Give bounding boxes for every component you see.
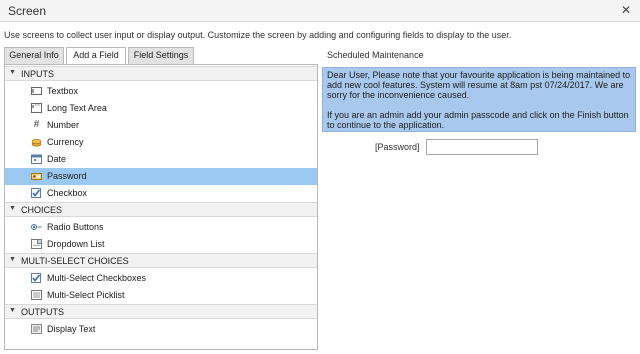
palette-item-display-text[interactable]: Display Text — [5, 321, 317, 338]
collapse-triangle-icon: ▼ — [9, 256, 16, 263]
multi-select-checkboxes-icon — [31, 273, 41, 283]
section-choices[interactable]: ▼ CHOICES — [5, 202, 317, 217]
palette-item-label: Radio Buttons — [47, 222, 104, 232]
tab-field-settings[interactable]: Field Settings — [128, 47, 194, 64]
palette-item-date[interactable]: Date — [5, 151, 317, 168]
palette-item-password[interactable]: Password — [5, 168, 317, 185]
palette-item-label: Checkbox — [47, 188, 88, 198]
multi-select-picklist-icon — [31, 290, 42, 300]
section-label: INPUTS — [21, 69, 55, 79]
palette-item-multi-select-picklist[interactable]: Multi-Select Picklist — [5, 287, 317, 304]
palette-item-label: Display Text — [47, 324, 96, 334]
palette-item-currency[interactable]: Currency — [5, 134, 317, 151]
password-icon — [31, 173, 42, 180]
section-multi-select-choices[interactable]: ▼ MULTI-SELECT CHOICES — [5, 253, 317, 268]
palette-item-dropdown-list[interactable]: Dropdown List — [5, 236, 317, 253]
field-palette: ▼ INPUTS Textbox Long Text Area # Number… — [4, 64, 318, 350]
palette-item-number[interactable]: # Number — [5, 117, 317, 134]
preview-title: Scheduled Maintenance — [327, 50, 424, 60]
collapse-triangle-icon: ▼ — [9, 307, 16, 314]
tab-add-a-field[interactable]: Add a Field — [66, 47, 126, 65]
radio-buttons-icon — [31, 224, 42, 230]
password-field[interactable] — [426, 139, 538, 155]
message-paragraph-1: Dear User, Please note that your favouri… — [327, 70, 631, 100]
number-icon: # — [33, 119, 40, 130]
textbox-icon — [31, 87, 42, 95]
palette-item-checkbox[interactable]: Checkbox — [5, 185, 317, 202]
palette-item-label: Textbox — [47, 86, 79, 96]
display-text-icon — [31, 324, 42, 334]
tab-general-info[interactable]: General Info — [4, 47, 64, 64]
dialog-title-bar: Screen ✕ — [0, 0, 640, 22]
palette-item-label: Date — [47, 154, 67, 164]
dialog-title: Screen — [8, 4, 47, 18]
palette-item-label: Number — [47, 120, 80, 130]
palette-item-label: Currency — [47, 137, 84, 147]
section-label: OUTPUTS — [21, 307, 65, 317]
date-icon — [31, 154, 42, 164]
long-text-area-icon — [31, 103, 42, 113]
palette-item-label: Dropdown List — [47, 239, 105, 249]
message-paragraph-2: If you are an admin add your admin passc… — [327, 110, 629, 130]
collapse-triangle-icon: ▼ — [9, 69, 16, 76]
password-label: [Password] — [375, 142, 420, 152]
screen-description: Use screens to collect user input or dis… — [4, 30, 512, 40]
maintenance-message: Dear User, Please note that your favouri… — [322, 67, 636, 132]
palette-item-multi-select-checkboxes[interactable]: Multi-Select Checkboxes — [5, 270, 317, 287]
palette-item-textbox[interactable]: Textbox — [5, 83, 317, 100]
section-outputs[interactable]: ▼ OUTPUTS — [5, 304, 317, 319]
palette-item-radio-buttons[interactable]: Radio Buttons — [5, 219, 317, 236]
collapse-triangle-icon: ▼ — [9, 205, 16, 212]
palette-item-label: Multi-Select Checkboxes — [47, 273, 147, 283]
close-icon[interactable]: ✕ — [621, 3, 631, 17]
section-label: MULTI-SELECT CHOICES — [21, 256, 129, 266]
palette-item-label: Password — [47, 171, 87, 181]
checkbox-icon — [31, 188, 41, 198]
section-inputs[interactable]: ▼ INPUTS — [5, 66, 317, 81]
palette-item-long-text-area[interactable]: Long Text Area — [5, 100, 317, 117]
palette-item-label: Multi-Select Picklist — [47, 290, 125, 300]
currency-icon — [31, 138, 42, 147]
section-label: CHOICES — [21, 205, 63, 215]
dropdown-list-icon — [31, 239, 42, 249]
palette-item-label: Long Text Area — [47, 103, 107, 113]
